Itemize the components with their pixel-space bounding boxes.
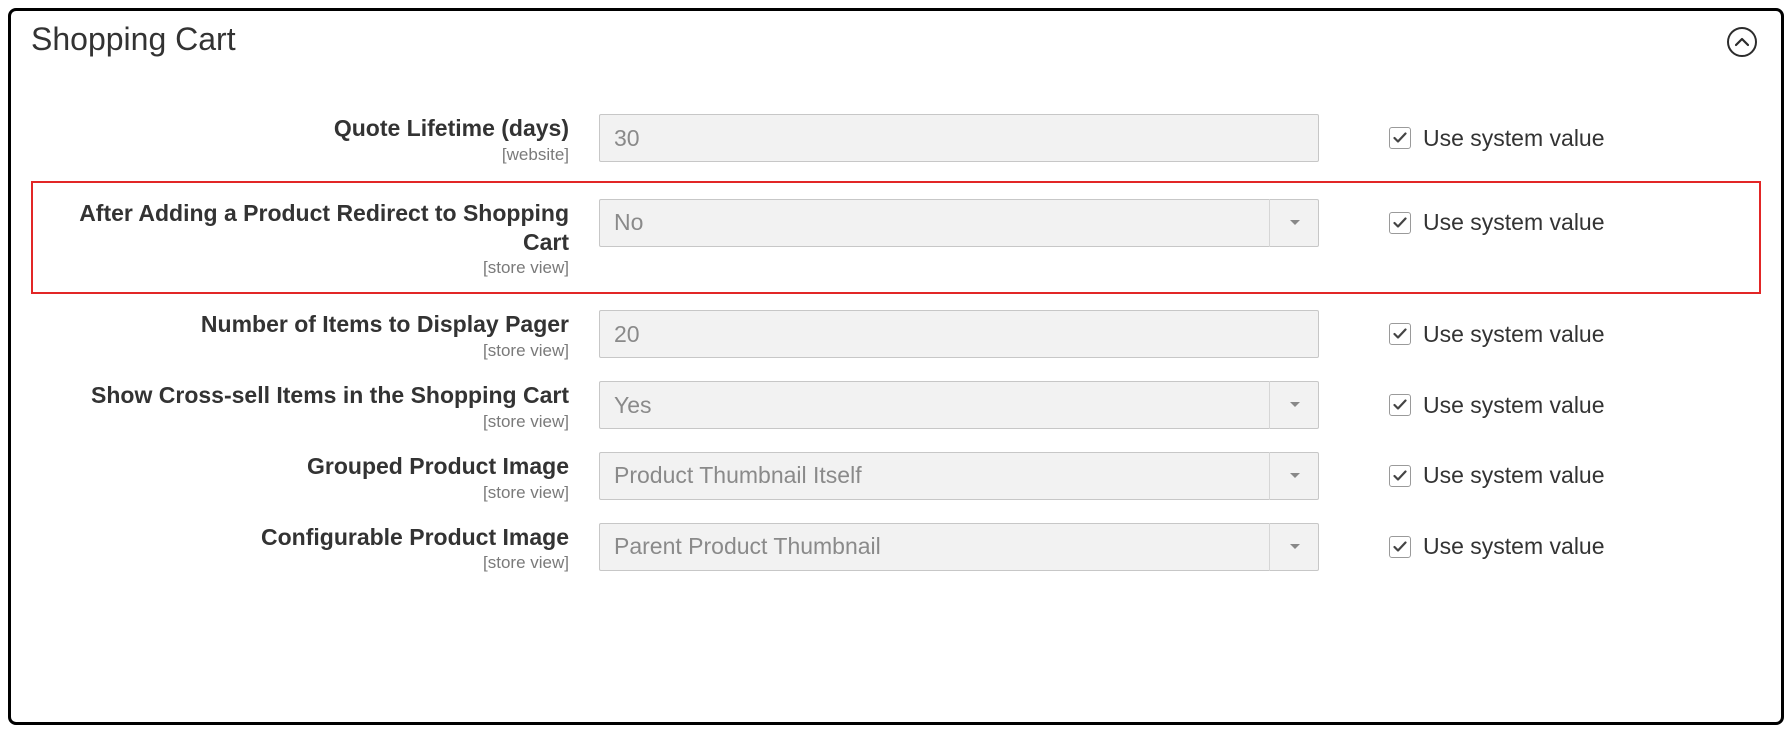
- select-value: Parent Product Thumbnail: [599, 523, 1319, 571]
- check-icon: [1393, 132, 1407, 144]
- check-icon: [1393, 541, 1407, 553]
- use-system-col: Use system value: [1319, 310, 1605, 358]
- use-system-label: Use system value: [1423, 209, 1605, 236]
- use-system-label: Use system value: [1423, 533, 1605, 560]
- collapse-toggle[interactable]: [1727, 27, 1757, 57]
- use-system-col: Use system value: [1319, 452, 1605, 500]
- field-label: Configurable Product Image: [39, 523, 569, 552]
- field-label: Grouped Product Image: [39, 452, 569, 481]
- field-scope: [store view]: [39, 412, 569, 432]
- use-system-col: Use system value: [1319, 381, 1605, 429]
- check-icon: [1393, 217, 1407, 229]
- field-label: After Adding a Product Redirect to Shopp…: [39, 199, 569, 257]
- use-system-label: Use system value: [1423, 462, 1605, 489]
- field-col: [599, 310, 1319, 358]
- use-system-label: Use system value: [1423, 125, 1605, 152]
- use-system-checkbox[interactable]: [1389, 212, 1411, 234]
- label-col: After Adding a Product Redirect to Shopp…: [39, 199, 599, 279]
- field-label: Show Cross-sell Items in the Shopping Ca…: [39, 381, 569, 410]
- label-col: Quote Lifetime (days) [website]: [39, 114, 599, 165]
- panel-header: Shopping Cart: [11, 11, 1781, 64]
- redirect-to-cart-select[interactable]: No: [599, 199, 1319, 247]
- field-col: [599, 114, 1319, 162]
- label-col: Number of Items to Display Pager [store …: [39, 310, 599, 361]
- grouped-image-select[interactable]: Product Thumbnail Itself: [599, 452, 1319, 500]
- use-system-label: Use system value: [1423, 392, 1605, 419]
- check-icon: [1393, 328, 1407, 340]
- check-icon: [1393, 399, 1407, 411]
- use-system-col: Use system value: [1319, 523, 1605, 571]
- field-col: Yes: [599, 381, 1319, 429]
- field-scope: [store view]: [39, 553, 569, 573]
- label-col: Configurable Product Image [store view]: [39, 523, 599, 574]
- field-col: No: [599, 199, 1319, 247]
- select-value: No: [599, 199, 1319, 247]
- use-system-checkbox[interactable]: [1389, 323, 1411, 345]
- field-scope: [store view]: [39, 483, 569, 503]
- row-quote-lifetime: Quote Lifetime (days) [website] Use syst…: [31, 104, 1761, 175]
- label-col: Show Cross-sell Items in the Shopping Ca…: [39, 381, 599, 432]
- row-redirect-to-cart: After Adding a Product Redirect to Shopp…: [31, 181, 1761, 295]
- row-grouped-image: Grouped Product Image [store view] Produ…: [31, 442, 1761, 513]
- pager-items-input[interactable]: [599, 310, 1319, 358]
- configurable-image-select[interactable]: Parent Product Thumbnail: [599, 523, 1319, 571]
- cross-sell-select[interactable]: Yes: [599, 381, 1319, 429]
- field-scope: [store view]: [39, 258, 569, 278]
- chevron-up-icon: [1735, 37, 1749, 47]
- select-value: Product Thumbnail Itself: [599, 452, 1319, 500]
- label-col: Grouped Product Image [store view]: [39, 452, 599, 503]
- use-system-checkbox[interactable]: [1389, 127, 1411, 149]
- use-system-label: Use system value: [1423, 321, 1605, 348]
- row-pager-items: Number of Items to Display Pager [store …: [31, 300, 1761, 371]
- check-icon: [1393, 470, 1407, 482]
- field-col: Product Thumbnail Itself: [599, 452, 1319, 500]
- shopping-cart-panel: Shopping Cart Quote Lifetime (days) [web…: [8, 8, 1784, 725]
- field-scope: [website]: [39, 145, 569, 165]
- row-cross-sell: Show Cross-sell Items in the Shopping Ca…: [31, 371, 1761, 442]
- select-value: Yes: [599, 381, 1319, 429]
- field-label: Quote Lifetime (days): [39, 114, 569, 143]
- field-label: Number of Items to Display Pager: [39, 310, 569, 339]
- config-rows: Quote Lifetime (days) [website] Use syst…: [11, 64, 1781, 583]
- panel-title: Shopping Cart: [31, 21, 236, 58]
- use-system-col: Use system value: [1319, 114, 1605, 162]
- field-col: Parent Product Thumbnail: [599, 523, 1319, 571]
- use-system-col: Use system value: [1319, 199, 1605, 247]
- use-system-checkbox[interactable]: [1389, 536, 1411, 558]
- use-system-checkbox[interactable]: [1389, 394, 1411, 416]
- field-scope: [store view]: [39, 341, 569, 361]
- row-configurable-image: Configurable Product Image [store view] …: [31, 513, 1761, 584]
- use-system-checkbox[interactable]: [1389, 465, 1411, 487]
- quote-lifetime-input[interactable]: [599, 114, 1319, 162]
